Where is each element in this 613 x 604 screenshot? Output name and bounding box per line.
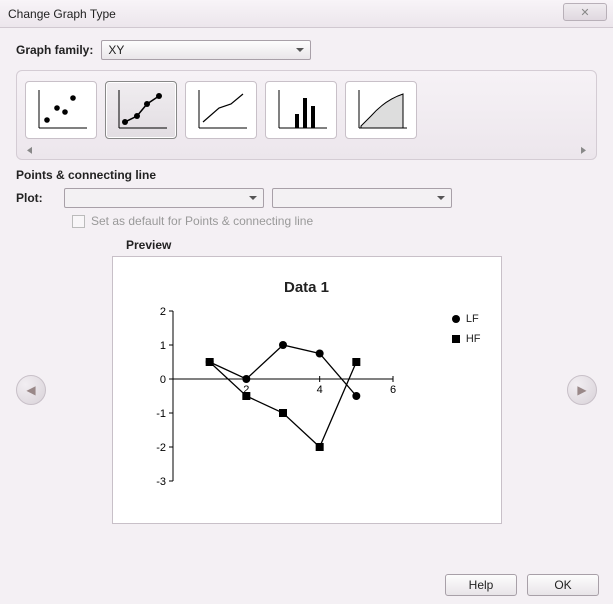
- preview-label: Preview: [126, 238, 597, 252]
- graph-type-connected-scatter[interactable]: [105, 81, 177, 139]
- plot-select[interactable]: [64, 188, 264, 208]
- preview-prev-button[interactable]: ◀: [16, 375, 46, 405]
- help-button[interactable]: Help: [445, 574, 517, 596]
- chevron-left-icon: ◀: [26, 383, 35, 397]
- legend-entry-LF: LF: [452, 313, 481, 325]
- legend-entry-HF: HF: [452, 333, 481, 345]
- close-icon: ✕: [580, 6, 589, 19]
- checkbox-box-icon: [72, 215, 85, 228]
- svg-text:-2: -2: [156, 442, 166, 454]
- svg-text:2: 2: [159, 306, 165, 318]
- graph-type-scatter[interactable]: [25, 81, 97, 139]
- help-button-label: Help: [469, 578, 494, 592]
- graph-family-select[interactable]: XY: [101, 40, 311, 60]
- graph-type-column[interactable]: [265, 81, 337, 139]
- gallery-scrollbar[interactable]: ◂ ▸: [25, 145, 588, 157]
- circle-marker-icon: [452, 315, 460, 323]
- svg-text:4: 4: [316, 384, 322, 396]
- ok-button-label: OK: [554, 578, 571, 592]
- scroll-right-icon: ▸: [581, 143, 586, 160]
- svg-text:0: 0: [159, 374, 165, 386]
- section-heading: Points & connecting line: [16, 168, 597, 182]
- title-bar: Change Graph Type ✕: [0, 0, 613, 28]
- window-title: Change Graph Type: [8, 7, 116, 21]
- graph-family-label: Graph family:: [16, 43, 93, 57]
- plot-label: Plot:: [16, 191, 56, 205]
- graph-type-line[interactable]: [185, 81, 257, 139]
- default-checkbox[interactable]: Set as default for Points & connecting l…: [72, 214, 597, 228]
- ok-button[interactable]: OK: [527, 574, 599, 596]
- graph-family-value: XY: [108, 43, 124, 57]
- chart-body: -3-2-1012246: [143, 305, 403, 495]
- preview-next-button[interactable]: ▶: [567, 375, 597, 405]
- plot-subtype-select[interactable]: [272, 188, 452, 208]
- svg-text:-1: -1: [156, 408, 166, 420]
- chevron-right-icon: ▶: [577, 383, 586, 397]
- chart-title: Data 1: [113, 279, 501, 296]
- svg-text:6: 6: [389, 384, 395, 396]
- legend-label: LF: [466, 313, 479, 325]
- default-checkbox-label: Set as default for Points & connecting l…: [91, 214, 313, 228]
- svg-text:1: 1: [159, 340, 165, 352]
- scroll-left-icon: ◂: [27, 143, 32, 160]
- close-button[interactable]: ✕: [563, 3, 607, 21]
- legend-label: HF: [466, 333, 481, 345]
- svg-text:-3: -3: [156, 476, 166, 488]
- chart-legend: LF HF: [452, 313, 481, 353]
- graph-type-area[interactable]: [345, 81, 417, 139]
- preview-chart: Data 1 -3-2-1012246 LFHF: [112, 256, 502, 524]
- graph-type-gallery: ◂ ▸: [16, 70, 597, 160]
- square-marker-icon: [452, 335, 460, 343]
